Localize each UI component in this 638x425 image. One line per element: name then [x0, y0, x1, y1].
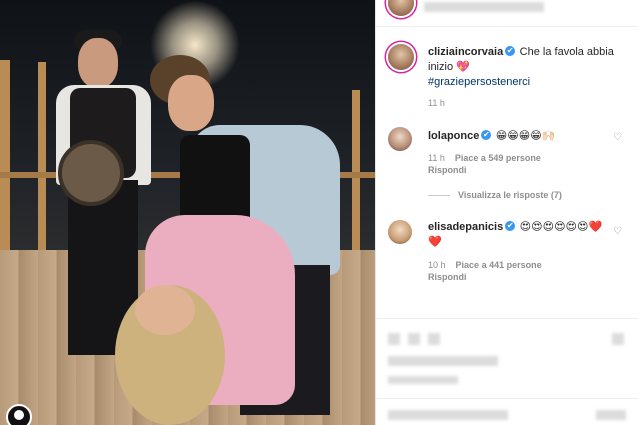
- caption-author-avatar[interactable]: [388, 44, 414, 70]
- blurred-comment-icon: [408, 333, 420, 345]
- pillar: [38, 62, 46, 272]
- caption-hashtag[interactable]: #graziepersostenerci: [428, 76, 530, 88]
- comments-panel: cliziaincorvaia ✔ Che la favola abbia ini…: [375, 0, 638, 425]
- view-replies-link[interactable]: Visualizza le risposte (7): [428, 190, 562, 200]
- dancing-woman-figure: [115, 215, 305, 425]
- caption-block: cliziaincorvaia ✔ Che la favola abbia ini…: [428, 44, 633, 89]
- comment-meta: 10 h Piace a 441 persone: [428, 260, 542, 270]
- commenter-avatar[interactable]: [388, 220, 412, 244]
- blurred-like-icon: [388, 333, 400, 345]
- pillar: [0, 60, 10, 280]
- blurred-header-text: [424, 2, 544, 12]
- author-avatar[interactable]: [388, 0, 414, 16]
- comment-text: 😁😁😁😁🙌🏻: [495, 130, 556, 142]
- verified-icon: ✔: [505, 45, 516, 56]
- pillar: [352, 90, 360, 250]
- view-replies-label: Visualizza le risposte (7): [458, 190, 562, 200]
- blurred-likes-count: [388, 356, 498, 366]
- like-heart-icon[interactable]: ♡: [613, 226, 622, 237]
- tambourine: [58, 140, 124, 206]
- commenter-avatar[interactable]: [388, 127, 412, 151]
- verified-icon: ✔: [481, 129, 492, 140]
- comment-2: elisadepanicis ✔ 😍😍😍😍😍😍❤️ ❤️: [428, 219, 608, 249]
- comment-time: 10 h: [428, 260, 446, 270]
- like-heart-icon[interactable]: ♡: [613, 132, 622, 143]
- user-tag-icon[interactable]: [6, 404, 32, 425]
- reply-button[interactable]: Rispondi: [428, 165, 467, 175]
- comment-username[interactable]: elisadepanicis: [428, 221, 503, 233]
- blurred-publish-button: [596, 410, 626, 420]
- blurred-save-icon: [612, 333, 624, 345]
- comment-time: 11 h: [428, 153, 445, 163]
- comment-username[interactable]: lolaponce: [428, 130, 479, 142]
- comment-likes[interactable]: Piace a 549 persone: [455, 153, 541, 163]
- divider: [376, 318, 638, 319]
- comment-meta: 11 h Piace a 549 persone: [428, 153, 541, 163]
- verified-icon: ✔: [505, 220, 516, 231]
- divider-line: [428, 195, 450, 197]
- caption-username[interactable]: cliziaincorvaia: [428, 46, 503, 58]
- post-header: [376, 0, 638, 27]
- blurred-comment-input: [388, 410, 508, 420]
- comment-likes[interactable]: Piace a 441 persone: [456, 260, 542, 270]
- caption-time: 11 h: [428, 98, 445, 108]
- comment-1: lolaponce ✔ 😁😁😁😁🙌🏻: [428, 128, 608, 143]
- blurred-share-icon: [428, 333, 440, 345]
- divider: [376, 398, 638, 399]
- post-media[interactable]: [0, 0, 375, 425]
- blurred-date: [388, 376, 458, 384]
- reply-button[interactable]: Rispondi: [428, 272, 467, 282]
